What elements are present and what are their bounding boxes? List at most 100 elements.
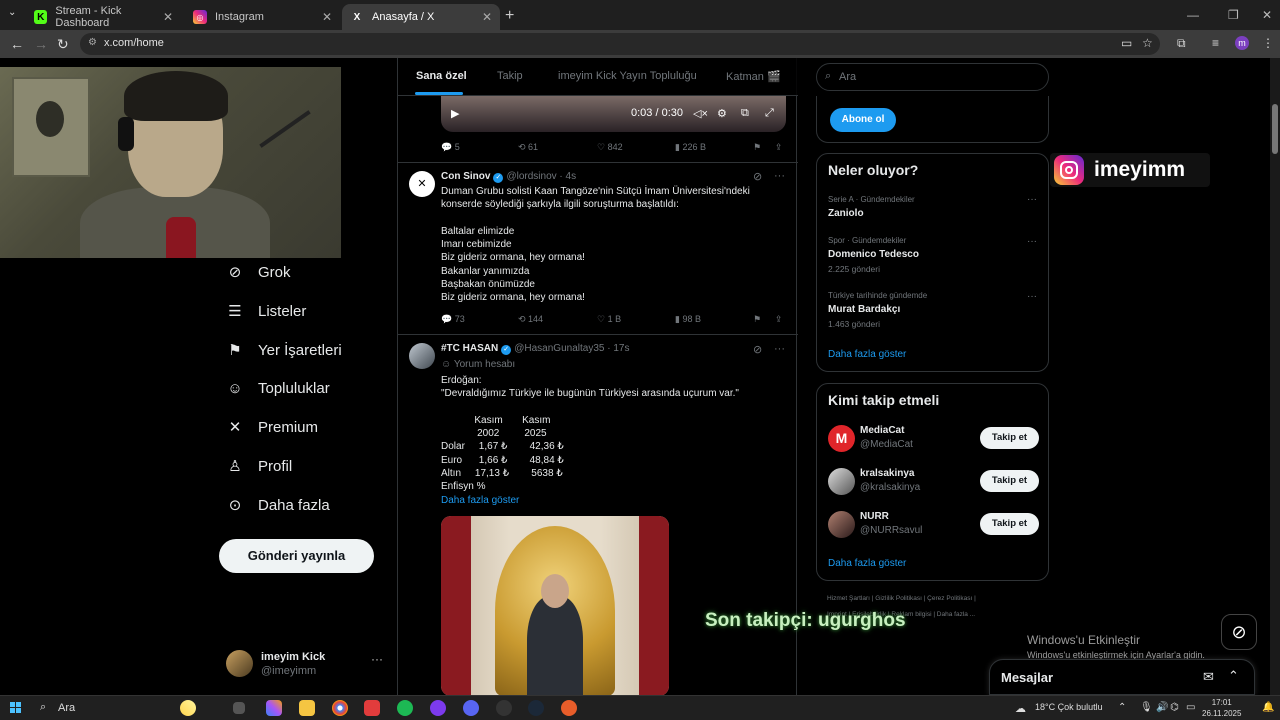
more-dots-icon[interactable]: ··· [1027, 236, 1037, 247]
suggested-user-name[interactable]: NURR [860, 511, 889, 522]
reply-button[interactable]: 💬 73 [441, 314, 465, 325]
profile-avatar[interactable]: m [1235, 36, 1249, 50]
messages-drawer[interactable]: Mesajlar ✉ ⌃ [989, 659, 1255, 695]
bookmark-tweet-icon[interactable]: ⚑ [753, 142, 761, 153]
follow-button[interactable]: Takip et [980, 427, 1039, 449]
search-input[interactable]: ⌕ Ara [816, 63, 1049, 91]
app-icon[interactable] [561, 700, 577, 716]
url-field[interactable]: ⚙ x.com/home [80, 33, 1160, 55]
tab-katman[interactable]: Katman 🎬 [726, 70, 781, 83]
tab-following[interactable]: Takip [497, 70, 523, 82]
sidebar-item-profile[interactable]: ♙ Profil [222, 457, 292, 476]
grok-explain-icon[interactable]: ⊘ [753, 170, 762, 183]
bookmark-tweet-icon[interactable]: ⚑ [753, 314, 761, 325]
avatar[interactable] [828, 511, 855, 538]
subscribe-button[interactable]: Abone ol [830, 108, 896, 132]
file-explorer-icon[interactable] [299, 700, 315, 716]
author-handle[interactable]: @lordsinov · 4s [506, 171, 576, 182]
suggested-user-name[interactable]: kralsakinya [860, 468, 915, 479]
close-tab-icon[interactable]: ✕ [163, 10, 173, 24]
avatar[interactable] [828, 468, 855, 495]
tab-instagram[interactable]: ◎ Instagram ✕ [185, 4, 340, 30]
show-more-link[interactable]: Daha fazla göster [828, 558, 906, 569]
more-dots-icon[interactable]: ··· [774, 170, 785, 182]
tab-community[interactable]: imeyim Kick Yayın Topluluğu [558, 70, 697, 82]
trend-item[interactable]: Zaniolo [828, 208, 864, 219]
obs-icon[interactable] [430, 700, 446, 716]
avatar[interactable]: M [828, 425, 855, 452]
repost-button[interactable]: ⟲ 61 [518, 142, 538, 153]
winrar-icon[interactable] [364, 700, 380, 716]
pip-icon[interactable]: ⧉ [741, 107, 749, 120]
tab-for-you[interactable]: Sana özel [416, 70, 467, 82]
new-message-icon[interactable]: ✉ [1203, 669, 1214, 685]
play-icon[interactable]: ▶ [451, 107, 459, 120]
weather-icon[interactable]: ☁ [1015, 702, 1026, 715]
network-icon[interactable]: ⌬ [1170, 702, 1179, 713]
more-dots-icon[interactable]: ··· [371, 652, 383, 666]
tweet-photo[interactable] [441, 516, 669, 695]
reply-button[interactable]: 💬 5 [441, 142, 460, 153]
copilot-icon[interactable] [266, 700, 282, 716]
forward-icon[interactable]: → [34, 36, 48, 52]
tray-chevron-icon[interactable]: ⌃ [1118, 702, 1126, 713]
share-icon[interactable]: ⇪ [775, 314, 783, 325]
close-tab-icon[interactable]: ✕ [322, 10, 332, 24]
site-info-icon[interactable]: ⚙ [88, 37, 97, 48]
sidebar-item-more[interactable]: ⊙ Daha fazla [222, 496, 330, 515]
tab-list-icon[interactable]: ⌄ [8, 7, 16, 18]
settings-gear-icon[interactable]: ⚙ [717, 107, 727, 120]
footer-links[interactable]: Hizmet Şartları | Gizlilik Politikası | … [827, 595, 976, 602]
tab-kick[interactable]: K Stream - Kick Dashboard ✕ [26, 4, 181, 30]
tab-x-home[interactable]: X Anasayfa / X ✕ [342, 4, 500, 30]
views-button[interactable]: ▮ 226 B [675, 142, 706, 153]
bookmark-star-icon[interactable]: ☆ [1142, 36, 1153, 50]
author-name[interactable]: Con Sinov [441, 171, 490, 182]
avatar[interactable]: ✕ [409, 171, 435, 197]
sidebar-item-premium[interactable]: ✕ Premium [222, 418, 318, 437]
media-controls-icon[interactable]: ≡ [1212, 36, 1219, 50]
restore-icon[interactable]: ❐ [1228, 8, 1239, 22]
follow-button[interactable]: Takip et [980, 513, 1039, 535]
follow-button[interactable]: Takip et [980, 470, 1039, 492]
app-icon[interactable] [496, 700, 512, 716]
more-dots-icon[interactable]: ··· [774, 343, 785, 355]
trend-item[interactable]: Domenico Tedesco [828, 249, 919, 260]
sidebar-item-communities[interactable]: ☺ Topluluklar [222, 380, 329, 397]
avatar[interactable] [409, 343, 435, 369]
suggested-user-name[interactable]: MediaCat [860, 425, 904, 436]
more-dots-icon[interactable]: ··· [1027, 194, 1037, 205]
menu-kebab-icon[interactable]: ⋮ [1262, 36, 1274, 50]
mute-icon[interactable]: ◁× [693, 107, 708, 120]
show-more-link[interactable]: Daha fazla göster [828, 349, 906, 360]
extensions-icon[interactable]: ⧉ [1177, 36, 1186, 51]
volume-icon[interactable]: 🔊 [1156, 702, 1168, 713]
trend-item[interactable]: Murat Bardakçı [828, 304, 900, 315]
like-button[interactable]: ♡ 842 [597, 142, 623, 153]
microphone-icon[interactable]: 🎙 [1140, 702, 1153, 713]
more-dots-icon[interactable]: ··· [1027, 291, 1037, 302]
repost-button[interactable]: ⟲ 144 [518, 314, 543, 325]
author-handle[interactable]: @HasanGunaltay35 · 17s [514, 343, 629, 354]
spotify-icon[interactable] [397, 700, 413, 716]
like-button[interactable]: ♡ 1 B [597, 314, 621, 325]
minimize-icon[interactable]: — [1187, 8, 1199, 22]
weather-text[interactable]: 18°C Çok bulutlu [1035, 702, 1103, 712]
back-icon[interactable]: ← [10, 36, 24, 52]
scrollbar-thumb[interactable] [1272, 104, 1278, 154]
task-view-icon[interactable] [233, 702, 245, 714]
account-switcher[interactable]: imeyim Kick @imeyimm ··· [226, 650, 386, 680]
widgets-icon[interactable] [180, 700, 196, 716]
close-window-icon[interactable]: ✕ [1262, 8, 1272, 22]
cast-icon[interactable]: ▭ [1121, 36, 1132, 50]
close-tab-icon[interactable]: ✕ [482, 10, 492, 24]
discord-icon[interactable] [463, 700, 479, 716]
author-name[interactable]: #TC HASAN [441, 343, 498, 354]
sidebar-item-bookmarks[interactable]: ⚑ Yer İşaretleri [222, 341, 341, 360]
video-player[interactable]: ▶ 0:03 / 0:30 ◁× ⚙ ⧉ ⤢ [441, 96, 786, 132]
share-icon[interactable]: ⇪ [775, 142, 783, 153]
battery-icon[interactable]: ▭ [1186, 702, 1195, 713]
grok-fab-icon[interactable]: ⊘ [1221, 614, 1257, 650]
taskbar-clock[interactable]: 17:01 26.11.2025 [1202, 697, 1241, 719]
chrome-icon[interactable] [332, 700, 348, 716]
